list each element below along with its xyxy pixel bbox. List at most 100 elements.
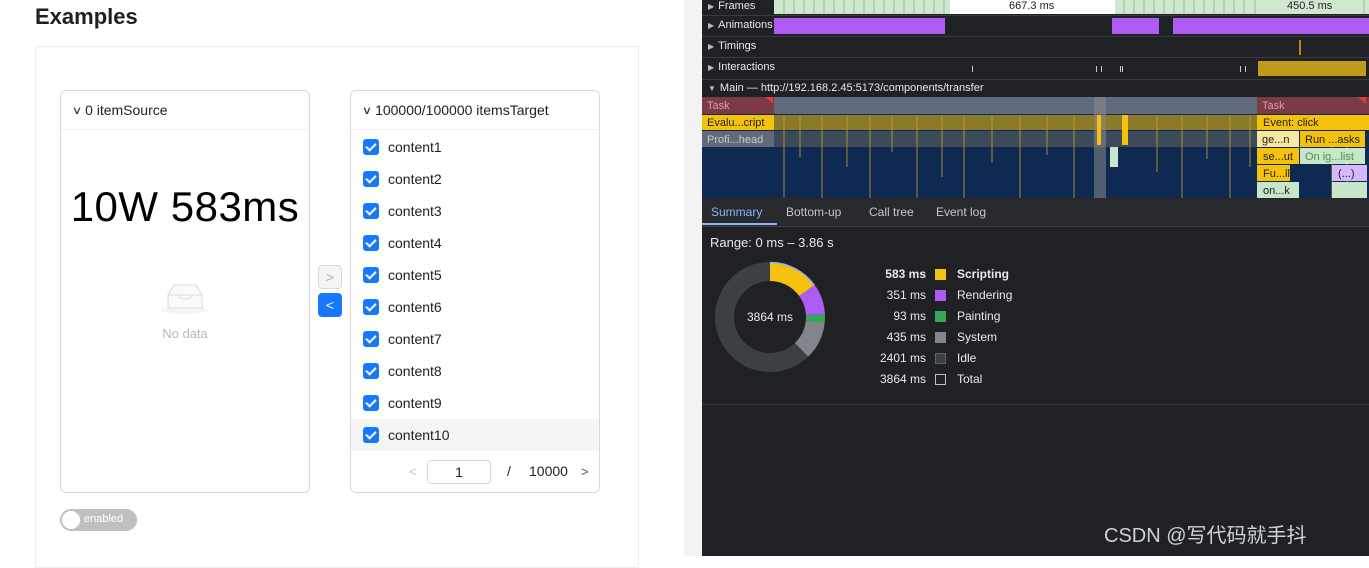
list-item-label: content10 [388,427,450,443]
watermark-text: CSDN @写代码就手抖 [1104,525,1307,547]
flame-block-label[interactable]: (...) [1338,168,1355,180]
checkbox-checked[interactable] [363,139,379,155]
page-separator: / [507,463,511,479]
frame-duration: 450.5 ms [1287,0,1333,12]
list-item[interactable]: content2 [351,163,599,195]
frame-duration: 667.3 ms [1009,0,1055,12]
flame-block-label[interactable]: Evalu...cript [707,117,764,129]
track-interactions[interactable]: ▶ Interactions [702,58,1369,80]
animation-bar [774,18,945,34]
list-item[interactable]: content9 [351,387,599,419]
tab-bottom-up[interactable]: Bottom-up [786,205,841,219]
window-gap [684,0,702,556]
enabled-switch[interactable]: enabled [60,509,137,531]
flame-block-label[interactable]: Task [707,100,730,112]
list-item-label: content1 [388,139,442,155]
track-main[interactable]: ▼ Main — http://192.168.2.45:5173/compone… [702,80,1369,97]
frames-strip [774,0,1369,14]
list-item[interactable]: content10 [351,419,599,451]
expand-triangle-icon[interactable]: ▶ [708,42,714,51]
track-label: ▼ Main — http://192.168.2.45:5173/compone… [708,82,984,94]
interaction-marker [972,66,973,72]
checkbox-checked[interactable] [363,299,379,315]
target-header-text: 100000/100000 itemsTarget [375,102,549,118]
page-number-input[interactable]: 1 [427,460,491,484]
page-total: 10000 [529,463,568,479]
checkbox-checked[interactable] [363,427,379,443]
legend-swatch [935,353,946,364]
details-tabs: Summary Bottom-up Call tree Event log [702,198,1369,227]
interaction-marker [1096,66,1102,72]
move-to-target-button[interactable]: > [318,265,342,289]
list-item[interactable]: content1 [351,131,599,163]
legend-name: Rendering [957,288,1013,302]
flame-block-label[interactable]: Profi...head [707,134,763,146]
target-panel-header[interactable]: ∨ 100000/100000 itemsTarget [351,91,599,130]
chevron-left-icon[interactable]: < [409,464,417,479]
flame-block-label[interactable]: se...ut [1263,151,1293,163]
track-timings[interactable]: ▶ Timings [702,37,1369,58]
list-item-label: content2 [388,171,442,187]
flame-block-label[interactable]: Run ...asks [1305,134,1360,146]
flame-block-label[interactable]: Event: click [1263,117,1319,129]
tab-summary[interactable]: Summary [711,205,762,219]
timing-marker [1299,40,1301,55]
tab-call-tree[interactable]: Call tree [869,205,914,219]
checkbox-checked[interactable] [363,267,379,283]
switch-label: enabled [84,513,124,525]
transfer-target-panel: ∨ 100000/100000 itemsTarget content1 con… [350,90,600,493]
expand-triangle-icon[interactable]: ▶ [708,2,714,11]
source-panel-header[interactable]: ∨ 0 itemSource [61,91,309,130]
track-label: ▶ Interactions [708,61,776,73]
list-item[interactable]: content8 [351,355,599,387]
chevron-down-icon[interactable]: ∨ [72,104,82,117]
legend-value: 583 ms [885,267,926,281]
list-item[interactable]: content5 [351,259,599,291]
expand-triangle-icon[interactable]: ▶ [708,21,714,30]
flame-chart[interactable] [702,97,1369,198]
list-item[interactable]: content3 [351,195,599,227]
empty-text: No data [162,326,208,341]
range-text: Range: 0 ms – 3.86 s [710,235,834,250]
track-label: ▶ Frames [708,0,756,12]
flame-block-label[interactable]: Fu...ll [1263,168,1290,180]
chevron-down-icon[interactable]: ∨ [362,104,372,117]
legend-swatch [935,269,946,280]
list-item-label: content3 [388,203,442,219]
interaction-marker [1240,66,1246,72]
active-tab-indicator [702,223,777,225]
flame-block-label[interactable]: on...k [1263,185,1290,197]
legend-name: Painting [957,309,1001,323]
track-frames[interactable]: 667.3 ms 450.5 ms ▶ Frames [702,0,1369,16]
list-item-label: content9 [388,395,442,411]
flame-block-label[interactable]: On ig...list [1305,151,1354,163]
move-to-source-button[interactable]: < [318,293,342,317]
flame-block-label[interactable]: ge...n [1262,134,1290,146]
animation-bar [1173,18,1369,34]
tab-event-log[interactable]: Event log [936,205,986,219]
checkbox-checked[interactable] [363,203,379,219]
list-item[interactable]: content6 [351,291,599,323]
legend-value: 435 ms [886,330,926,344]
list-item[interactable]: content4 [351,227,599,259]
checkbox-checked[interactable] [363,395,379,411]
animation-bar [1112,18,1159,34]
list-item-label: content8 [388,363,442,379]
track-animations[interactable]: ▶ Animations [702,16,1369,37]
legend-value: 2401 ms [879,351,926,365]
chevron-right-icon[interactable]: > [581,464,589,479]
legend-swatch [935,374,946,385]
expand-triangle-icon[interactable]: ▶ [708,63,714,72]
checkbox-checked[interactable] [363,235,379,251]
checkbox-checked[interactable] [363,331,379,347]
collapse-triangle-icon[interactable]: ▼ [708,84,716,93]
flame-block-label[interactable]: Task [1262,100,1285,112]
donut-total-text: 3864 ms [746,310,794,324]
list-item[interactable]: content7 [351,323,599,355]
legend-name: Total [957,372,983,386]
checkbox-checked[interactable] [363,363,379,379]
checkbox-checked[interactable] [363,171,379,187]
legend-swatch [935,290,946,301]
timing-result-text: 10W 583ms [70,183,300,230]
list-item-label: content6 [388,299,442,315]
